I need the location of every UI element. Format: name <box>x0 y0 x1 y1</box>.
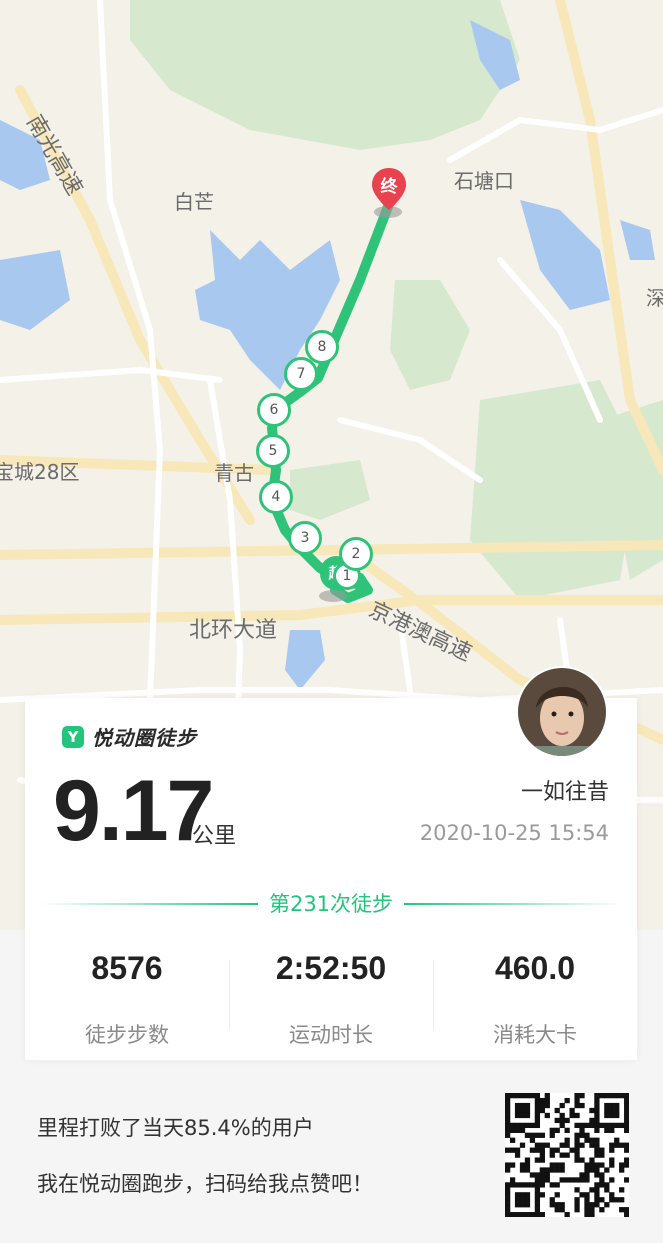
share-footer: 里程打败了当天85.4%的用户 我在悦动圈跑步，扫码给我点赞吧！ <box>0 1060 663 1243</box>
stat-steps: 8576 徒步步数 <box>25 950 229 1049</box>
km-marker: 7 <box>284 357 318 391</box>
brand: Y 悦动圈徒步 <box>62 722 197 751</box>
km-marker: 3 <box>288 521 322 555</box>
activity-datetime: 2020-10-25 15:54 <box>419 821 609 845</box>
brand-name: 悦动圈徒步 <box>92 726 197 750</box>
stat-value: 8576 <box>91 950 163 986</box>
map-label-beihuan: 北环大道 <box>189 618 278 643</box>
ranking-text: 里程打败了当天85.4%的用户 <box>37 1116 314 1140</box>
map-label-qinggu: 青古 <box>214 461 254 485</box>
share-prompt: 我在悦动圈跑步，扫码给我点赞吧！ <box>37 1172 373 1196</box>
km-marker: 8 <box>305 330 339 364</box>
avatar-image <box>518 668 606 756</box>
stat-label: 运动时长 <box>289 1023 373 1047</box>
end-marker: 终 <box>370 166 408 212</box>
username: 一如往昔 <box>520 780 609 805</box>
km-marker: 2 <box>339 537 373 571</box>
qr-code-icon <box>505 1093 630 1218</box>
km-marker: 4 <box>259 480 293 514</box>
map-label-baocheng: 宝城28区 <box>0 460 80 484</box>
map-label-shen: 深 <box>646 286 663 310</box>
stat-label: 消耗大卡 <box>493 1023 577 1047</box>
km-marker: 5 <box>256 434 290 468</box>
distance-value: 9.17 <box>53 763 214 859</box>
stat-value: 460.0 <box>494 950 576 986</box>
stat-label: 徒步步数 <box>85 1023 169 1047</box>
stat-duration: 2:52:50 运动时长 <box>229 950 433 1049</box>
stat-calories: 460.0 消耗大卡 <box>433 950 637 1049</box>
map-label-baimang: 白芒 <box>174 190 214 214</box>
stat-value: 2:52:50 <box>275 950 387 986</box>
map-label-shitangkou: 石塘口 <box>454 169 514 193</box>
activity-card: Y 悦动圈徒步 9.17 公里 一如往昔 2020-10-25 15:54 第2… <box>25 666 637 1060</box>
distance-unit: 公里 <box>192 824 237 849</box>
km-marker: 6 <box>257 393 291 427</box>
avatar[interactable] <box>516 666 608 758</box>
qr-code[interactable] <box>505 1093 630 1218</box>
session-count: 第231次徒步 <box>268 892 394 916</box>
end-marker-label: 终 <box>380 177 398 197</box>
brand-logo-icon: Y <box>62 725 84 748</box>
